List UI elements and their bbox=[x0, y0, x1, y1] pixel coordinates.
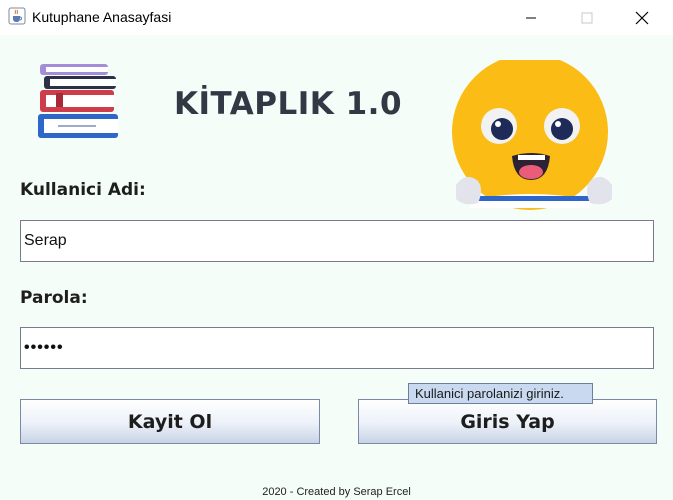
register-button-label: Kayit Ol bbox=[127, 410, 213, 433]
window-title: Kutuphane Anasayfasi bbox=[32, 9, 172, 25]
login-button-label: Giris Yap bbox=[460, 410, 555, 433]
footer-credit: 2020 - Created by Serap Ercel bbox=[262, 486, 411, 498]
password-tooltip: Kullanici parolanizi giriniz. bbox=[408, 383, 593, 404]
username-input[interactable]: Serap bbox=[20, 220, 654, 262]
page-title: KİTAPLIK 1.0 bbox=[174, 86, 403, 122]
maximize-icon bbox=[581, 12, 593, 23]
close-button[interactable] bbox=[619, 0, 665, 35]
minimize-icon bbox=[526, 17, 536, 18]
maximize-button[interactable] bbox=[564, 0, 610, 35]
books-stack-icon bbox=[38, 64, 118, 138]
password-input[interactable]: •••••• bbox=[20, 327, 654, 369]
login-button[interactable]: Giris Yap bbox=[358, 399, 657, 444]
java-cup-icon bbox=[8, 7, 26, 25]
password-label: Parola: bbox=[20, 288, 88, 308]
smiley-reading-icon bbox=[452, 60, 612, 210]
minimize-button[interactable] bbox=[508, 0, 554, 35]
title-bar[interactable]: Kutuphane Anasayfasi bbox=[0, 0, 673, 35]
register-button[interactable]: Kayit Ol bbox=[20, 399, 320, 444]
username-label: Kullanici Adi: bbox=[20, 180, 146, 200]
close-icon bbox=[635, 11, 649, 24]
